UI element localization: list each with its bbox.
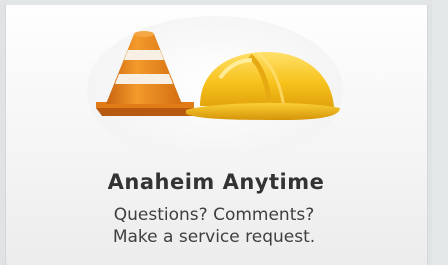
construction-cone-hardhat-icon [82,16,348,164]
card-title[interactable]: Anaheim Anytime [0,170,432,194]
page-right-border [432,0,448,265]
description-line-2: Make a service request. [112,227,316,247]
card-description: Questions? Comments? Make a service requ… [0,204,428,248]
description-line-1: Questions? Comments? [113,205,315,225]
